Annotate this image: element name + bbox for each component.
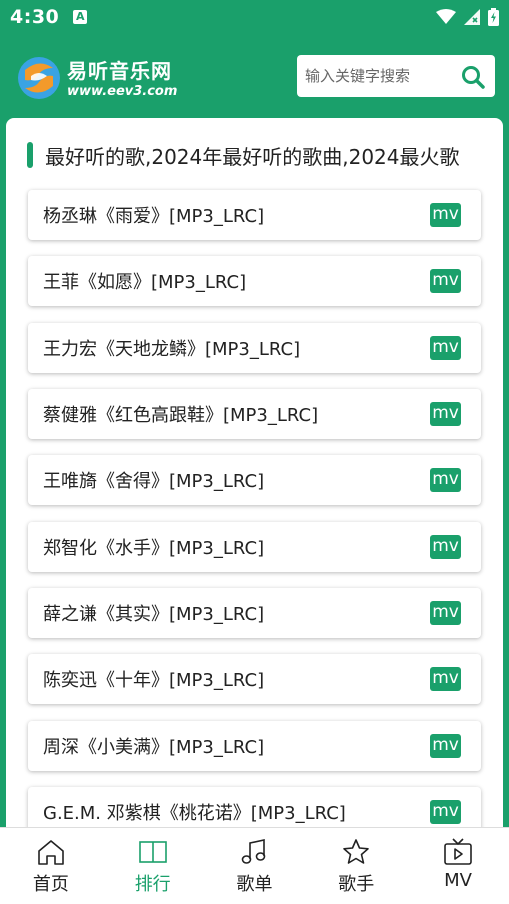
- mv-badge[interactable]: mv: [430, 468, 461, 492]
- song-title: 王唯旖《舍得》[MP3_LRC]: [43, 471, 265, 492]
- mv-badge[interactable]: mv: [430, 667, 461, 691]
- star-icon: [343, 839, 370, 864]
- status-icons: [436, 8, 499, 26]
- nav-home[interactable]: 首页: [0, 828, 102, 904]
- header: 易听音乐网 www.eev3.com: [0, 34, 509, 118]
- section-header: 最好听的歌,2024年最好听的歌曲,2024最火歌: [27, 140, 503, 170]
- logo-url: www.eev3.com: [67, 84, 178, 99]
- site-logo-icon[interactable]: [17, 56, 61, 100]
- wifi-icon: [436, 9, 456, 24]
- search-icon[interactable]: [461, 65, 485, 89]
- mv-badge[interactable]: mv: [430, 203, 461, 227]
- song-title: 杨丞琳《雨爱》[MP3_LRC]: [43, 206, 265, 227]
- mv-badge[interactable]: mv: [430, 535, 461, 559]
- book-icon: [138, 841, 167, 863]
- mv-badge[interactable]: mv: [430, 601, 461, 625]
- nav-singer[interactable]: 歌手: [305, 828, 407, 904]
- song-title: 周深《小美满》[MP3_LRC]: [43, 737, 265, 758]
- bottom-nav: 首页 排行 歌单 歌手 MV: [0, 827, 509, 904]
- song-item[interactable]: 薛之谦《其实》[MP3_LRC] mv: [28, 588, 481, 638]
- song-item[interactable]: 郑智化《水手》[MP3_LRC] mv: [28, 522, 481, 572]
- song-title: 薛之谦《其实》[MP3_LRC]: [43, 604, 265, 625]
- signal-icon: [464, 9, 480, 25]
- nav-playlist-label: 歌单: [236, 874, 273, 895]
- song-item[interactable]: 陈奕迅《十年》[MP3_LRC] mv: [28, 654, 481, 704]
- song-title: 陈奕迅《十年》[MP3_LRC]: [43, 670, 265, 691]
- nav-mv-label: MV: [444, 870, 472, 891]
- song-title: 郑智化《水手》[MP3_LRC]: [43, 538, 265, 559]
- nav-home-label: 首页: [32, 874, 69, 895]
- tv-play-icon: [444, 838, 472, 865]
- song-title: 王菲《如愿》[MP3_LRC]: [43, 272, 247, 293]
- search-input[interactable]: [305, 55, 455, 97]
- status-time: 4:30: [10, 6, 60, 28]
- song-title: G.E.M. 邓紫棋《桃花诺》[MP3_LRC]: [43, 803, 346, 824]
- mv-badge[interactable]: mv: [430, 734, 461, 758]
- nav-singer-label: 歌手: [338, 874, 375, 895]
- song-item[interactable]: 蔡健雅《红色高跟鞋》[MP3_LRC] mv: [28, 389, 481, 439]
- song-item[interactable]: 王唯旖《舍得》[MP3_LRC] mv: [28, 455, 481, 505]
- logo-text: 易听音乐网 www.eev3.com: [67, 60, 177, 100]
- mv-badge[interactable]: mv: [430, 402, 461, 426]
- song-item[interactable]: 王力宏《天地龙鳞》[MP3_LRC] mv: [28, 323, 481, 373]
- logo-name: 易听音乐网: [67, 59, 172, 83]
- song-item[interactable]: 王菲《如愿》[MP3_LRC] mv: [28, 256, 481, 306]
- mv-badge[interactable]: mv: [430, 269, 461, 293]
- status-bar: 4:30 A: [0, 0, 509, 34]
- nav-rank-label: 排行: [134, 874, 171, 895]
- mv-badge[interactable]: mv: [430, 336, 461, 360]
- search-box: [297, 55, 495, 97]
- section-marker: [27, 142, 33, 168]
- home-icon: [38, 840, 64, 865]
- song-item[interactable]: 周深《小美满》[MP3_LRC] mv: [28, 721, 481, 771]
- song-title: 王力宏《天地龙鳞》[MP3_LRC]: [43, 339, 301, 360]
- nav-rank[interactable]: 排行: [102, 828, 204, 904]
- ranking-content: 最好听的歌,2024年最好听的歌曲,2024最火歌 杨丞琳《雨爱》[MP3_LR…: [6, 118, 503, 838]
- section-title: 最好听的歌,2024年最好听的歌曲,2024最火歌: [45, 144, 460, 169]
- music-note-icon: [242, 839, 266, 864]
- nav-playlist[interactable]: 歌单: [204, 828, 306, 904]
- notification-a-icon: A: [73, 10, 88, 24]
- song-title: 蔡健雅《红色高跟鞋》[MP3_LRC]: [43, 405, 319, 426]
- battery-charging-icon: [488, 8, 499, 26]
- song-item[interactable]: 杨丞琳《雨爱》[MP3_LRC] mv: [28, 190, 481, 240]
- nav-mv[interactable]: MV: [407, 828, 509, 904]
- mv-badge[interactable]: mv: [430, 800, 461, 824]
